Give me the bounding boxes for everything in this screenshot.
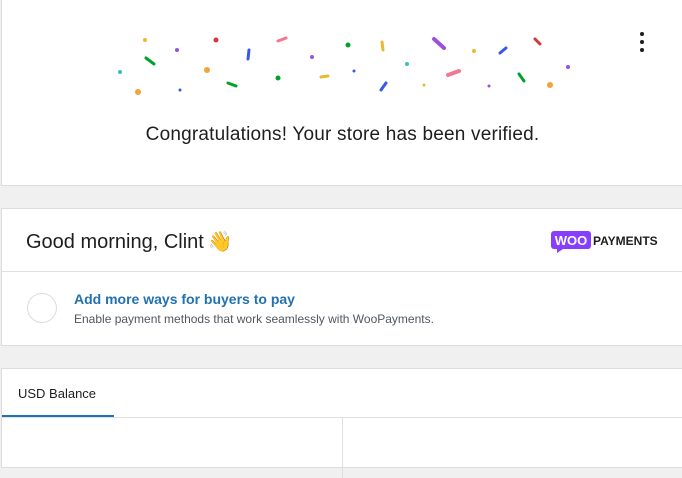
more-options-menu-button[interactable] [634, 32, 650, 52]
confetti-streamer [144, 56, 156, 66]
confetti-dot [175, 48, 179, 52]
waving-hand-emoji: 👋 [207, 231, 233, 253]
column-divider [342, 418, 343, 478]
confetti-dot [178, 88, 182, 92]
kebab-dot [640, 32, 644, 36]
confetti-streamer [432, 37, 446, 50]
confetti-dot [275, 75, 281, 81]
verification-congrats-card: Congratulations! Your store has been ver… [1, 0, 682, 186]
confetti-streamer [446, 69, 461, 77]
confetti-dot [487, 84, 491, 88]
confetti-dot [566, 65, 570, 69]
woopayments-logo: WOO PAYMENTS [551, 231, 658, 253]
confetti-dot [135, 89, 141, 95]
greeting-text: Good morning, Clint [26, 231, 204, 253]
card-divider [2, 271, 682, 272]
confetti-dot [204, 67, 210, 73]
confetti-dot [422, 83, 426, 87]
kebab-dot [640, 40, 644, 44]
confetti-streamer [517, 72, 526, 83]
woo-logo-text: WOO [555, 233, 588, 248]
confetti-streamer [380, 40, 385, 52]
confetti-streamer [498, 46, 508, 55]
kebab-dot [640, 48, 644, 52]
confetti-illustration [118, 36, 570, 95]
confetti-streamer [533, 37, 542, 46]
confetti-dot [352, 69, 356, 73]
confetti-streamer [319, 74, 330, 79]
confetti-dot [547, 82, 553, 88]
confetti-dot [310, 55, 314, 59]
payments-logo-text: PAYMENTS [593, 234, 658, 248]
confetti-dot [472, 49, 476, 53]
empty-circle-icon[interactable] [27, 293, 57, 323]
congrats-message: Congratulations! Your store has been ver… [145, 124, 540, 145]
confetti-dot [345, 42, 351, 48]
add-payment-methods-link[interactable]: Add more ways for buyers to pay [74, 291, 295, 307]
confetti-streamer [276, 36, 288, 43]
tab-usd-balance[interactable]: USD Balance [2, 369, 114, 417]
greeting-card: Good morning, Clint 👋 WOO PAYMENTS Add mo… [1, 208, 682, 346]
confetti-streamer [379, 81, 388, 92]
confetti-streamer [246, 48, 251, 61]
confetti-streamer [226, 81, 238, 88]
woo-logo-tail [557, 249, 563, 253]
balance-card: USD Balance [1, 368, 682, 478]
confetti-dot [118, 70, 122, 74]
confetti-dot [405, 62, 409, 66]
greeting-heading: Good morning, Clint 👋 [26, 229, 233, 254]
confetti-dot [213, 37, 219, 43]
confetti-dot [143, 38, 147, 42]
task-description: Enable payment methods that work seamles… [74, 312, 434, 326]
